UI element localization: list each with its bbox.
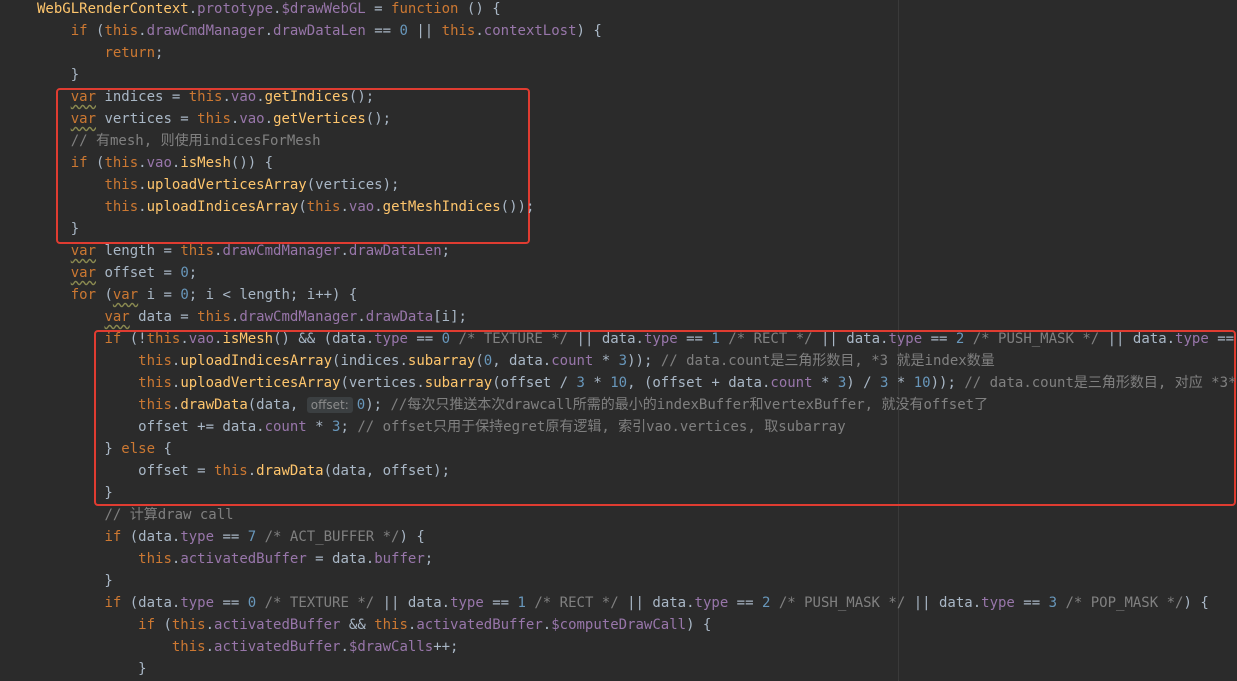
code-line[interactable]: if (this.drawCmdManager.drawDataLen == 0… — [37, 20, 602, 42]
code-line[interactable]: var data = this.drawCmdManager.drawData[… — [37, 306, 467, 328]
code-line[interactable]: this.uploadVerticesArray(vertices.subarr… — [37, 372, 1237, 394]
code-line[interactable]: if (data.type == 0 /* TEXTURE */ || data… — [37, 592, 1208, 614]
code-line[interactable]: this.uploadVerticesArray(vertices); — [37, 174, 399, 196]
code-line[interactable]: WebGLRenderContext.prototype.$drawWebGL … — [37, 0, 501, 20]
code-line[interactable]: if (data.type == 7 /* ACT_BUFFER */) { — [37, 526, 424, 548]
code-line[interactable]: this.uploadIndicesArray(this.vao.getMesh… — [37, 196, 534, 218]
code-line[interactable]: if (this.vao.isMesh()) { — [37, 152, 273, 174]
code-line[interactable]: if (this.activatedBuffer && this.activat… — [37, 614, 711, 636]
code-line[interactable]: this.uploadIndicesArray(indices.subarray… — [37, 350, 995, 372]
code-line[interactable]: this.activatedBuffer = data.buffer; — [37, 548, 433, 570]
code-line[interactable]: } — [37, 570, 112, 592]
code-line[interactable]: var vertices = this.vao.getVertices(); — [37, 108, 391, 130]
code-line[interactable]: offset += data.count * 3; // offset只用于保持… — [37, 416, 845, 438]
code-line[interactable]: offset = this.drawData(data, offset); — [37, 460, 450, 482]
code-line[interactable]: var length = this.drawCmdManager.drawDat… — [37, 240, 450, 262]
code-line[interactable]: return; — [37, 42, 163, 64]
code-line[interactable]: if (!this.vao.isMesh() && (data.type == … — [37, 328, 1237, 350]
code-line[interactable]: var offset = 0; — [37, 262, 197, 284]
code-line[interactable]: for (var i = 0; i < length; i++) { — [37, 284, 358, 306]
code-line[interactable]: } — [37, 482, 112, 504]
code-line[interactable]: } — [37, 658, 146, 680]
code-line[interactable]: // 计算draw call — [37, 504, 233, 526]
code-line[interactable]: this.drawData(data, offset: 0); //每次只推送本次… — [37, 394, 988, 416]
code-editor[interactable]: WebGLRenderContext.prototype.$drawWebGL … — [0, 0, 1237, 681]
code-line[interactable]: } — [37, 218, 79, 240]
code-line[interactable]: this.activatedBuffer.$drawCalls++; — [37, 636, 459, 658]
code-line[interactable]: // 有mesh, 则使用indicesForMesh — [37, 130, 321, 152]
code-line[interactable]: var indices = this.vao.getIndices(); — [37, 86, 375, 108]
code-line[interactable]: } — [37, 64, 79, 86]
parameter-hint: offset: — [306, 397, 353, 413]
code-line[interactable]: } else { — [37, 438, 171, 460]
